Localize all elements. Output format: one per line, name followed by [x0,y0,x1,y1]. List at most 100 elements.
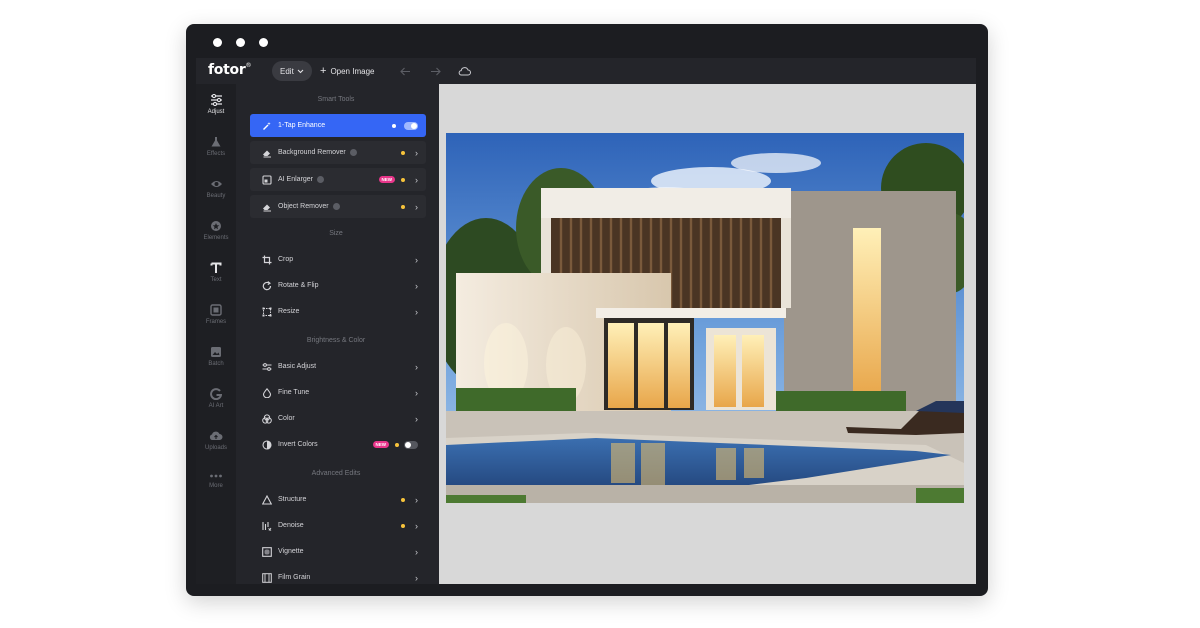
rail-item-text[interactable]: Text [196,256,236,296]
tool-label: Invert Colors [278,441,318,448]
invert-colors-toggle[interactable] [404,440,418,449]
tool-label: Rotate & Flip [278,282,319,289]
premium-dot [395,442,399,447]
open-image-label: Open Image [330,66,375,76]
tool-one-tap-enhance[interactable]: 1-Tap Enhance [250,114,426,137]
chevron-right-icon: › [415,572,418,583]
rail-item-ai-art[interactable]: AI Art [196,382,236,422]
help-icon[interactable] [349,149,357,156]
more-icon [210,474,222,478]
chevron-right-icon: › [415,387,418,398]
tool-label: Structure [278,496,307,503]
house-photo[interactable] [446,133,964,503]
section-title-smart-tools: Smart Tools [317,96,355,103]
window-dot-1[interactable] [213,38,222,47]
chevron-right-icon: › [415,147,418,158]
window-dot-2[interactable] [236,38,245,47]
crop-icon [262,255,272,265]
new-badge: NEW [378,176,395,183]
chevron-right-icon: › [415,361,418,372]
tool-label: Vignette [278,548,304,555]
window-titlebar [186,24,988,58]
eraser-icon [262,202,272,212]
text-icon [210,262,222,273]
help-icon[interactable] [332,203,340,210]
rail-label: Beauty [206,193,226,199]
tool-vignette[interactable]: Vignette › [250,540,426,563]
rail-item-frames[interactable]: Frames [196,298,236,338]
tool-resize[interactable]: Resize › [250,300,426,323]
rail-label: Text [210,277,222,283]
tool-label: Fine Tune [278,389,310,396]
tool-label: Basic Adjust [278,363,317,370]
frame-icon [210,304,222,316]
chevron-right-icon: › [415,201,418,212]
tool-color[interactable]: Color › [250,407,426,430]
color-icon [262,413,272,424]
tool-background-remover[interactable]: Background Remover › [250,141,426,164]
chevron-right-icon: › [415,306,418,317]
rail-item-adjust[interactable]: Adjust [196,88,236,128]
rail-label: More [209,483,223,489]
cloud-upload-icon [209,431,223,440]
chevron-right-icon: › [415,280,418,291]
vignette-icon [262,546,272,557]
tool-label: Denoise [278,522,304,529]
rail-item-beauty[interactable]: Beauty [196,172,236,212]
rail-item-more[interactable]: More [196,466,236,506]
rail-label: Elements [203,235,229,241]
section-title-brightness-color: Brightness & Color [306,337,366,344]
rail-item-uploads[interactable]: Uploads [196,424,236,464]
chevron-right-icon: › [415,494,418,505]
tool-denoise[interactable]: Denoise › [250,514,426,537]
chevron-right-icon: › [415,520,418,531]
window-dot-3[interactable] [259,38,268,47]
edit-menu-button[interactable]: Edit [272,61,312,81]
rail-item-elements[interactable]: Elements [196,214,236,254]
eraser-icon [262,148,272,158]
edit-menu-label: Edit [280,66,294,76]
tool-invert-colors[interactable]: Invert Colors NEW [250,433,426,456]
rail-label: Frames [205,319,227,325]
fotor-logo[interactable]: fotor® [208,62,251,78]
tool-basic-adjust[interactable]: Basic Adjust › [250,355,426,378]
enlarge-icon [262,174,272,185]
tool-film-grain[interactable]: Film Grain › [250,566,426,584]
help-icon[interactable] [317,176,325,183]
chevron-right-icon: › [415,254,418,265]
plus-icon: + [320,65,327,77]
premium-dot [401,150,405,155]
toggle-knob [405,441,411,448]
sliders-icon [210,94,222,106]
tool-label: Object Remover [278,203,329,210]
top-toolbar: fotor® Edit + Open Image [196,58,976,84]
tool-structure[interactable]: Structure › [250,488,426,511]
tool-label: AI Enlarger [278,176,314,183]
undo-icon[interactable] [396,62,414,80]
magic-wand-icon [262,121,272,131]
section-title-size: Size [329,230,343,237]
eye-icon [210,181,222,187]
section-title-advanced-edits: Advanced Edits [311,470,361,477]
cloud-save-icon[interactable] [455,62,473,80]
tool-label: Resize [278,308,300,315]
triangle-icon [262,494,272,505]
tool-object-remover[interactable]: Object Remover › [250,195,426,218]
enhance-toggle[interactable] [404,121,418,130]
tool-ai-enlarger[interactable]: AI Enlarger NEW › [250,168,426,191]
rail-label: Adjust [207,109,225,115]
tool-rotate-flip[interactable]: Rotate & Flip › [250,274,426,297]
shapes-icon [211,221,221,231]
rail-item-batch[interactable]: Batch [196,340,236,380]
open-image-button[interactable]: + Open Image [320,61,374,81]
tool-crop[interactable]: Crop › [250,248,426,271]
invert-icon [262,439,272,450]
rail-item-effects[interactable]: Effects [196,130,236,170]
tool-fine-tune[interactable]: Fine Tune › [250,381,426,404]
ai-art-icon [210,388,222,400]
chevron-right-icon: › [415,413,418,424]
rail-label: Batch [208,361,224,367]
editor-canvas[interactable] [439,84,976,584]
redo-icon[interactable] [426,62,444,80]
tool-label: Film Grain [278,574,311,581]
